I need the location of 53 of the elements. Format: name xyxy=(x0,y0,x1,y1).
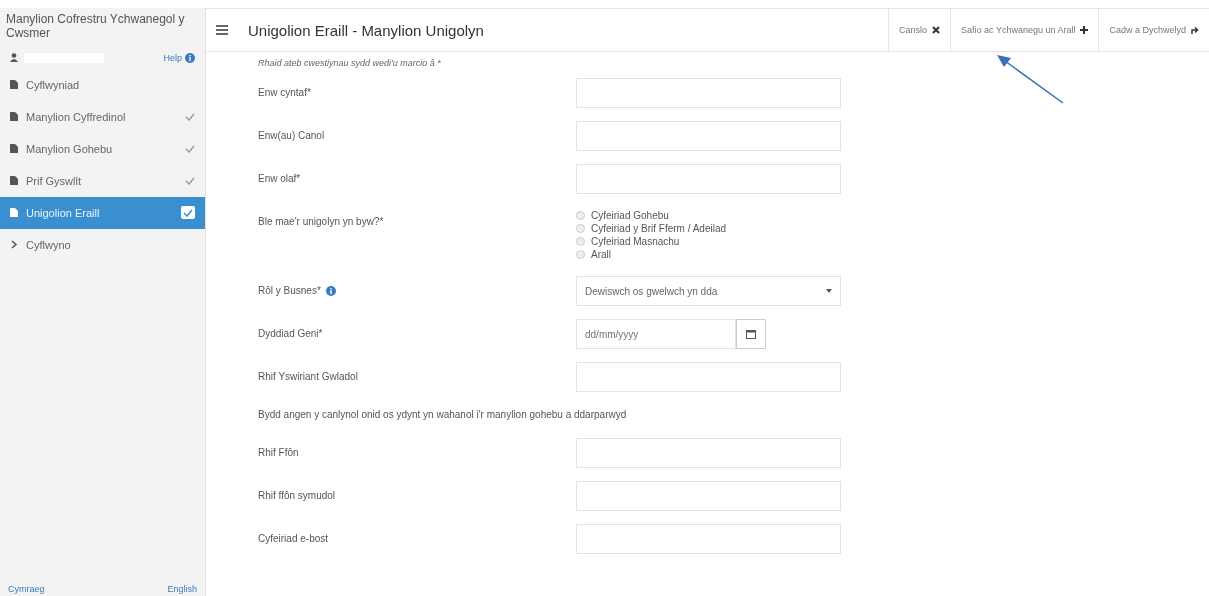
help-link[interactable]: Help xyxy=(163,52,195,63)
field-label: Enw(au) Canol xyxy=(258,129,326,141)
sidebar-item[interactable]: Manylion Gohebu xyxy=(0,132,205,165)
info-text: Bydd angen y canlynol onid os ydynt yn wahanol i'r manylion gohebu a ddarparwyd xyxy=(258,408,628,422)
input-field[interactable] xyxy=(576,438,841,468)
input-field[interactable] xyxy=(576,524,841,554)
sidebar-item[interactable]: Unigolion Eraill xyxy=(0,196,205,229)
language-link[interactable]: English xyxy=(167,584,197,594)
field-label: Cyfeiriad e-bost xyxy=(258,532,330,544)
chevron-icon xyxy=(10,240,18,250)
annotation-arrow xyxy=(995,55,1065,105)
plus-icon xyxy=(1080,26,1089,34)
user-icon xyxy=(10,53,18,63)
field-label: Dyddiad Geni* xyxy=(258,327,324,339)
field-label: Rhif ffôn symudol xyxy=(258,489,337,501)
sidebar-item[interactable]: Prif Gyswllt xyxy=(0,164,205,197)
file-icon xyxy=(10,112,18,122)
input-field[interactable] xyxy=(576,164,841,194)
share-arrow-icon xyxy=(1191,26,1199,34)
file-icon xyxy=(10,144,18,154)
close-icon xyxy=(932,26,941,34)
sidebar-item[interactable]: Manylion Cyffredinol xyxy=(0,100,205,133)
file-icon xyxy=(10,208,18,218)
page-title: Unigolion Eraill - Manylion Unigolyn xyxy=(248,21,485,39)
date-field[interactable]: dd/mm/yyyy xyxy=(576,319,736,349)
radio-option[interactable]: Cyfeiriad y Brif Fferm / Adeilad xyxy=(576,223,727,234)
field-label: Ble mae'r unigolyn yn byw?* xyxy=(258,215,385,227)
file-icon xyxy=(10,176,18,186)
radio-option[interactable]: Cyfeiriad Gohebu xyxy=(576,210,727,221)
language-link[interactable]: Cymraeg xyxy=(8,584,45,594)
field-label: Rhif Ffôn xyxy=(258,446,300,458)
calendar-icon xyxy=(746,329,756,339)
input-field[interactable] xyxy=(576,78,841,108)
caret-icon xyxy=(826,289,832,293)
sidebar-title: Manylion Cofrestru Ychwanegol y Cwsmer xyxy=(5,11,186,43)
menu-icon[interactable] xyxy=(216,25,228,35)
calendar-button[interactable] xyxy=(736,319,766,349)
info-icon[interactable] xyxy=(325,285,336,296)
field-label: Enw cyntaf* xyxy=(258,86,312,98)
field-label: Rhif Yswiriant Gwladol xyxy=(258,370,359,382)
info-icon xyxy=(185,52,195,63)
field-label: Rôl y Busnes* xyxy=(258,285,321,296)
dropdown[interactable]: Dewiswch os gwelwch yn dda xyxy=(576,276,841,306)
input-field[interactable] xyxy=(576,481,841,511)
radio-option[interactable]: Cyfeiriad Masnachu xyxy=(576,236,727,247)
sidebar-item[interactable]: Cyflwyniad xyxy=(0,68,205,101)
radio-option[interactable]: Arall xyxy=(576,249,727,260)
file-icon xyxy=(10,80,18,90)
field-label: Enw olaf* xyxy=(258,172,302,184)
input-field[interactable] xyxy=(576,121,841,151)
input-field[interactable] xyxy=(576,362,841,392)
required-note: Rhaid ateb cwestiynau sydd wedi'u marcio â * xyxy=(258,58,442,68)
sidebar-item[interactable]: Cyflwyno xyxy=(0,228,205,261)
